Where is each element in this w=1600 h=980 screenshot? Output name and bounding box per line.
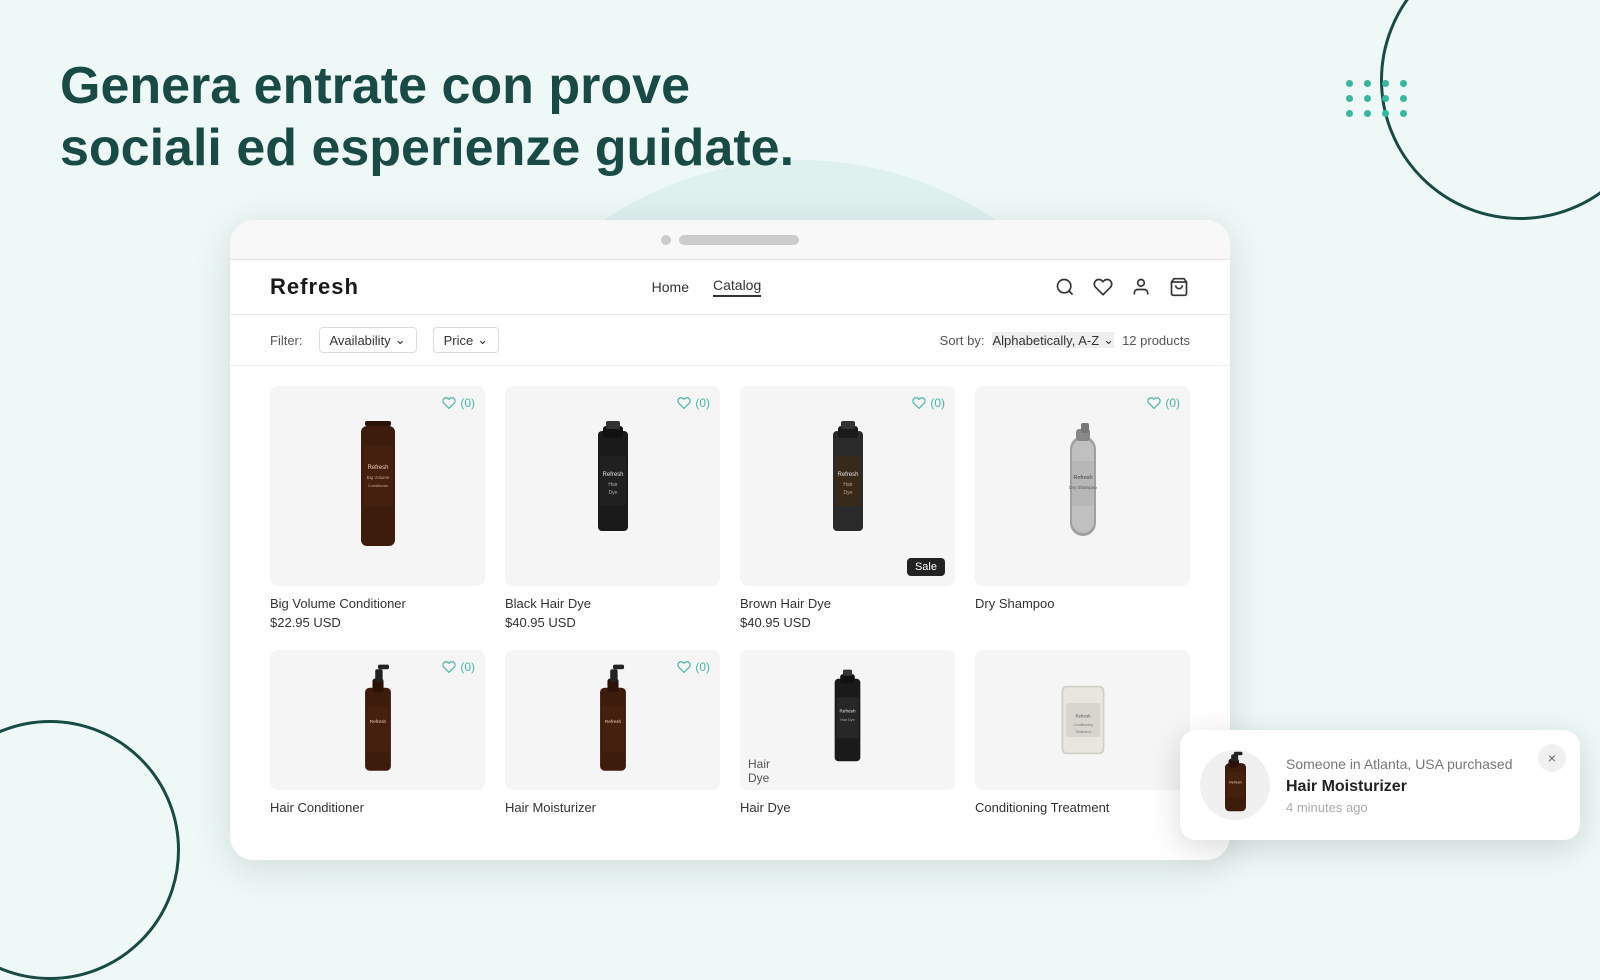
filter-right: Sort by: Alphabetically, A-Z ⌄ 12 produc…	[940, 332, 1190, 348]
product-card-1[interactable]: (0) Refresh Big Volume Conditioner Big V…	[270, 386, 485, 630]
wishlist-btn-5[interactable]: (0)	[442, 660, 475, 674]
product-card-7[interactable]: Refresh Hair Dye HairDye Hair Dye	[740, 650, 955, 819]
store-icons	[1054, 276, 1190, 298]
device-top-bar	[230, 220, 1230, 260]
svg-text:Treatment: Treatment	[1075, 730, 1090, 734]
svg-text:Hair: Hair	[608, 482, 618, 488]
product-image-wrap-6: (0) Refresh	[505, 650, 720, 790]
product-image-wrap-2: (0) Refresh Hair Dye	[505, 386, 720, 586]
product-spray-1: Refresh Dry Shampoo	[1048, 411, 1118, 561]
bg-circle-top-right	[1380, 0, 1600, 220]
sort-label: Sort by:	[940, 333, 985, 348]
account-icon[interactable]	[1130, 276, 1152, 298]
notification-time: 4 minutes ago	[1286, 800, 1560, 815]
product-count: 12 products	[1122, 333, 1190, 348]
cart-icon[interactable]	[1168, 276, 1190, 298]
notification-location: Someone in Atlanta, USA purchased	[1286, 755, 1560, 775]
product-name-7: Hair Dye	[740, 800, 955, 815]
notification-avatar: Refresh	[1200, 750, 1270, 820]
svg-text:Refresh: Refresh	[604, 719, 621, 724]
notification-product: Hair Moisturizer	[1286, 778, 1560, 796]
notif-product-image: Refresh	[1208, 750, 1263, 820]
hero-title: Genera entrate con prove sociali ed espe…	[60, 55, 810, 180]
price-filter[interactable]: Price ⌄	[433, 327, 500, 353]
bg-circle-bottom-left	[0, 720, 180, 980]
wishlist-btn-1[interactable]: (0)	[442, 396, 475, 410]
notification-popup: Refresh Someone in Atlanta, USA purchase…	[1180, 730, 1580, 840]
svg-text:Big Volume: Big Volume	[366, 475, 389, 480]
product-image-wrap-4: (0) Refresh Dry Shampoo	[975, 386, 1190, 586]
svg-text:Refresh: Refresh	[1229, 780, 1241, 784]
product-price-1: $22.95 USD	[270, 615, 485, 630]
filter-left: Filter: Availability ⌄ Price ⌄	[270, 327, 499, 353]
svg-text:Refresh: Refresh	[837, 472, 858, 478]
store-container: Refresh Home Catalog	[230, 260, 1230, 860]
filter-bar: Filter: Availability ⌄ Price ⌄ Sort by: …	[230, 315, 1230, 366]
device-dot	[661, 235, 671, 245]
product-card-2[interactable]: (0) Refresh Hair Dye Black Hair Dye $40.…	[505, 386, 720, 630]
availability-filter[interactable]: Availability ⌄	[319, 327, 417, 353]
svg-text:Dye: Dye	[608, 490, 617, 496]
nav-catalog[interactable]: Catalog	[713, 277, 761, 297]
product-name-4: Dry Shampoo	[975, 596, 1190, 611]
notification-content: Someone in Atlanta, USA purchased Hair M…	[1286, 755, 1560, 816]
device-bar	[679, 235, 799, 245]
product-pump-1: Refresh	[348, 660, 408, 780]
store-nav: Home Catalog	[652, 277, 762, 297]
wishlist-btn-6[interactable]: (0)	[677, 660, 710, 674]
product-price-2: $40.95 USD	[505, 615, 720, 630]
svg-text:Hair Dye: Hair Dye	[840, 718, 854, 722]
product-image-wrap-8: Refresh Conditioning Treatment	[975, 650, 1190, 790]
product-price-3: $40.95 USD	[740, 615, 955, 630]
product-name-6: Hair Moisturizer	[505, 800, 720, 815]
product-name-3: Brown Hair Dye	[740, 596, 955, 611]
product-image-wrap-7: Refresh Hair Dye HairDye	[740, 650, 955, 790]
hero-section: Genera entrate con prove sociali ed espe…	[60, 55, 810, 180]
wishlist-btn-4[interactable]: (0)	[1147, 396, 1180, 410]
svg-text:Conditioning: Conditioning	[1073, 723, 1092, 727]
product-tube-2: Refresh Hair Dye	[813, 411, 883, 561]
product-image-wrap-1: (0) Refresh Big Volume Conditioner	[270, 386, 485, 586]
products-grid: (0) Refresh Big Volume Conditioner Big V…	[230, 366, 1230, 836]
product-name-8: Conditioning Treatment	[975, 800, 1190, 815]
device-frame: Refresh Home Catalog	[230, 220, 1230, 860]
wishlist-icon[interactable]	[1092, 276, 1114, 298]
store-header: Refresh Home Catalog	[230, 260, 1230, 315]
sale-badge: Sale	[907, 558, 945, 576]
product-name-1: Big Volume Conditioner	[270, 596, 485, 611]
svg-text:Refresh: Refresh	[1075, 713, 1091, 718]
sort-select[interactable]: Alphabetically, A-Z ⌄	[992, 332, 1114, 348]
notification-close-button[interactable]: ×	[1538, 744, 1566, 772]
filter-label: Filter:	[270, 333, 303, 348]
product-image-wrap-3: (0) Refresh Hair Dye Sale	[740, 386, 955, 586]
svg-text:Hair: Hair	[843, 482, 853, 488]
bg-dots	[1346, 80, 1410, 117]
svg-text:Refresh: Refresh	[369, 719, 386, 724]
product-pump-2: Refresh	[583, 660, 643, 780]
svg-text:Dry Shampoo: Dry Shampoo	[1069, 485, 1097, 490]
product-image-wrap-5: (0) Refresh	[270, 650, 485, 790]
wishlist-btn-3[interactable]: (0)	[912, 396, 945, 410]
svg-text:Dye: Dye	[843, 490, 852, 496]
product-card-8[interactable]: Refresh Conditioning Treatment Condition…	[975, 650, 1190, 819]
product-card-6[interactable]: (0) Refresh Hair Moisturizer	[505, 650, 720, 819]
product-bottle-1: Refresh Big Volume Conditioner	[343, 411, 413, 561]
svg-text:Refresh: Refresh	[839, 709, 855, 714]
product-tube-1: Refresh Hair Dye	[578, 411, 648, 561]
product-tube-3: Refresh Hair Dye	[820, 665, 875, 775]
svg-text:Refresh: Refresh	[367, 465, 388, 471]
svg-text:Refresh: Refresh	[1073, 475, 1092, 481]
product-tube-4: Refresh Conditioning Treatment	[1053, 665, 1113, 775]
svg-text:Conditioner: Conditioner	[367, 483, 388, 488]
svg-text:Refresh: Refresh	[602, 472, 623, 478]
search-icon[interactable]	[1054, 276, 1076, 298]
wishlist-btn-2[interactable]: (0)	[677, 396, 710, 410]
product-card-3[interactable]: (0) Refresh Hair Dye Sale Brown Hair Dy	[740, 386, 955, 630]
product-card-4[interactable]: (0) Refresh Dry Shampoo Dry Shampoo	[975, 386, 1190, 630]
nav-home[interactable]: Home	[652, 279, 689, 295]
product-card-5[interactable]: (0) Refresh Hair Conditioner	[270, 650, 485, 819]
product-name-2: Black Hair Dye	[505, 596, 720, 611]
product-name-5: Hair Conditioner	[270, 800, 485, 815]
store-logo: Refresh	[270, 274, 359, 300]
